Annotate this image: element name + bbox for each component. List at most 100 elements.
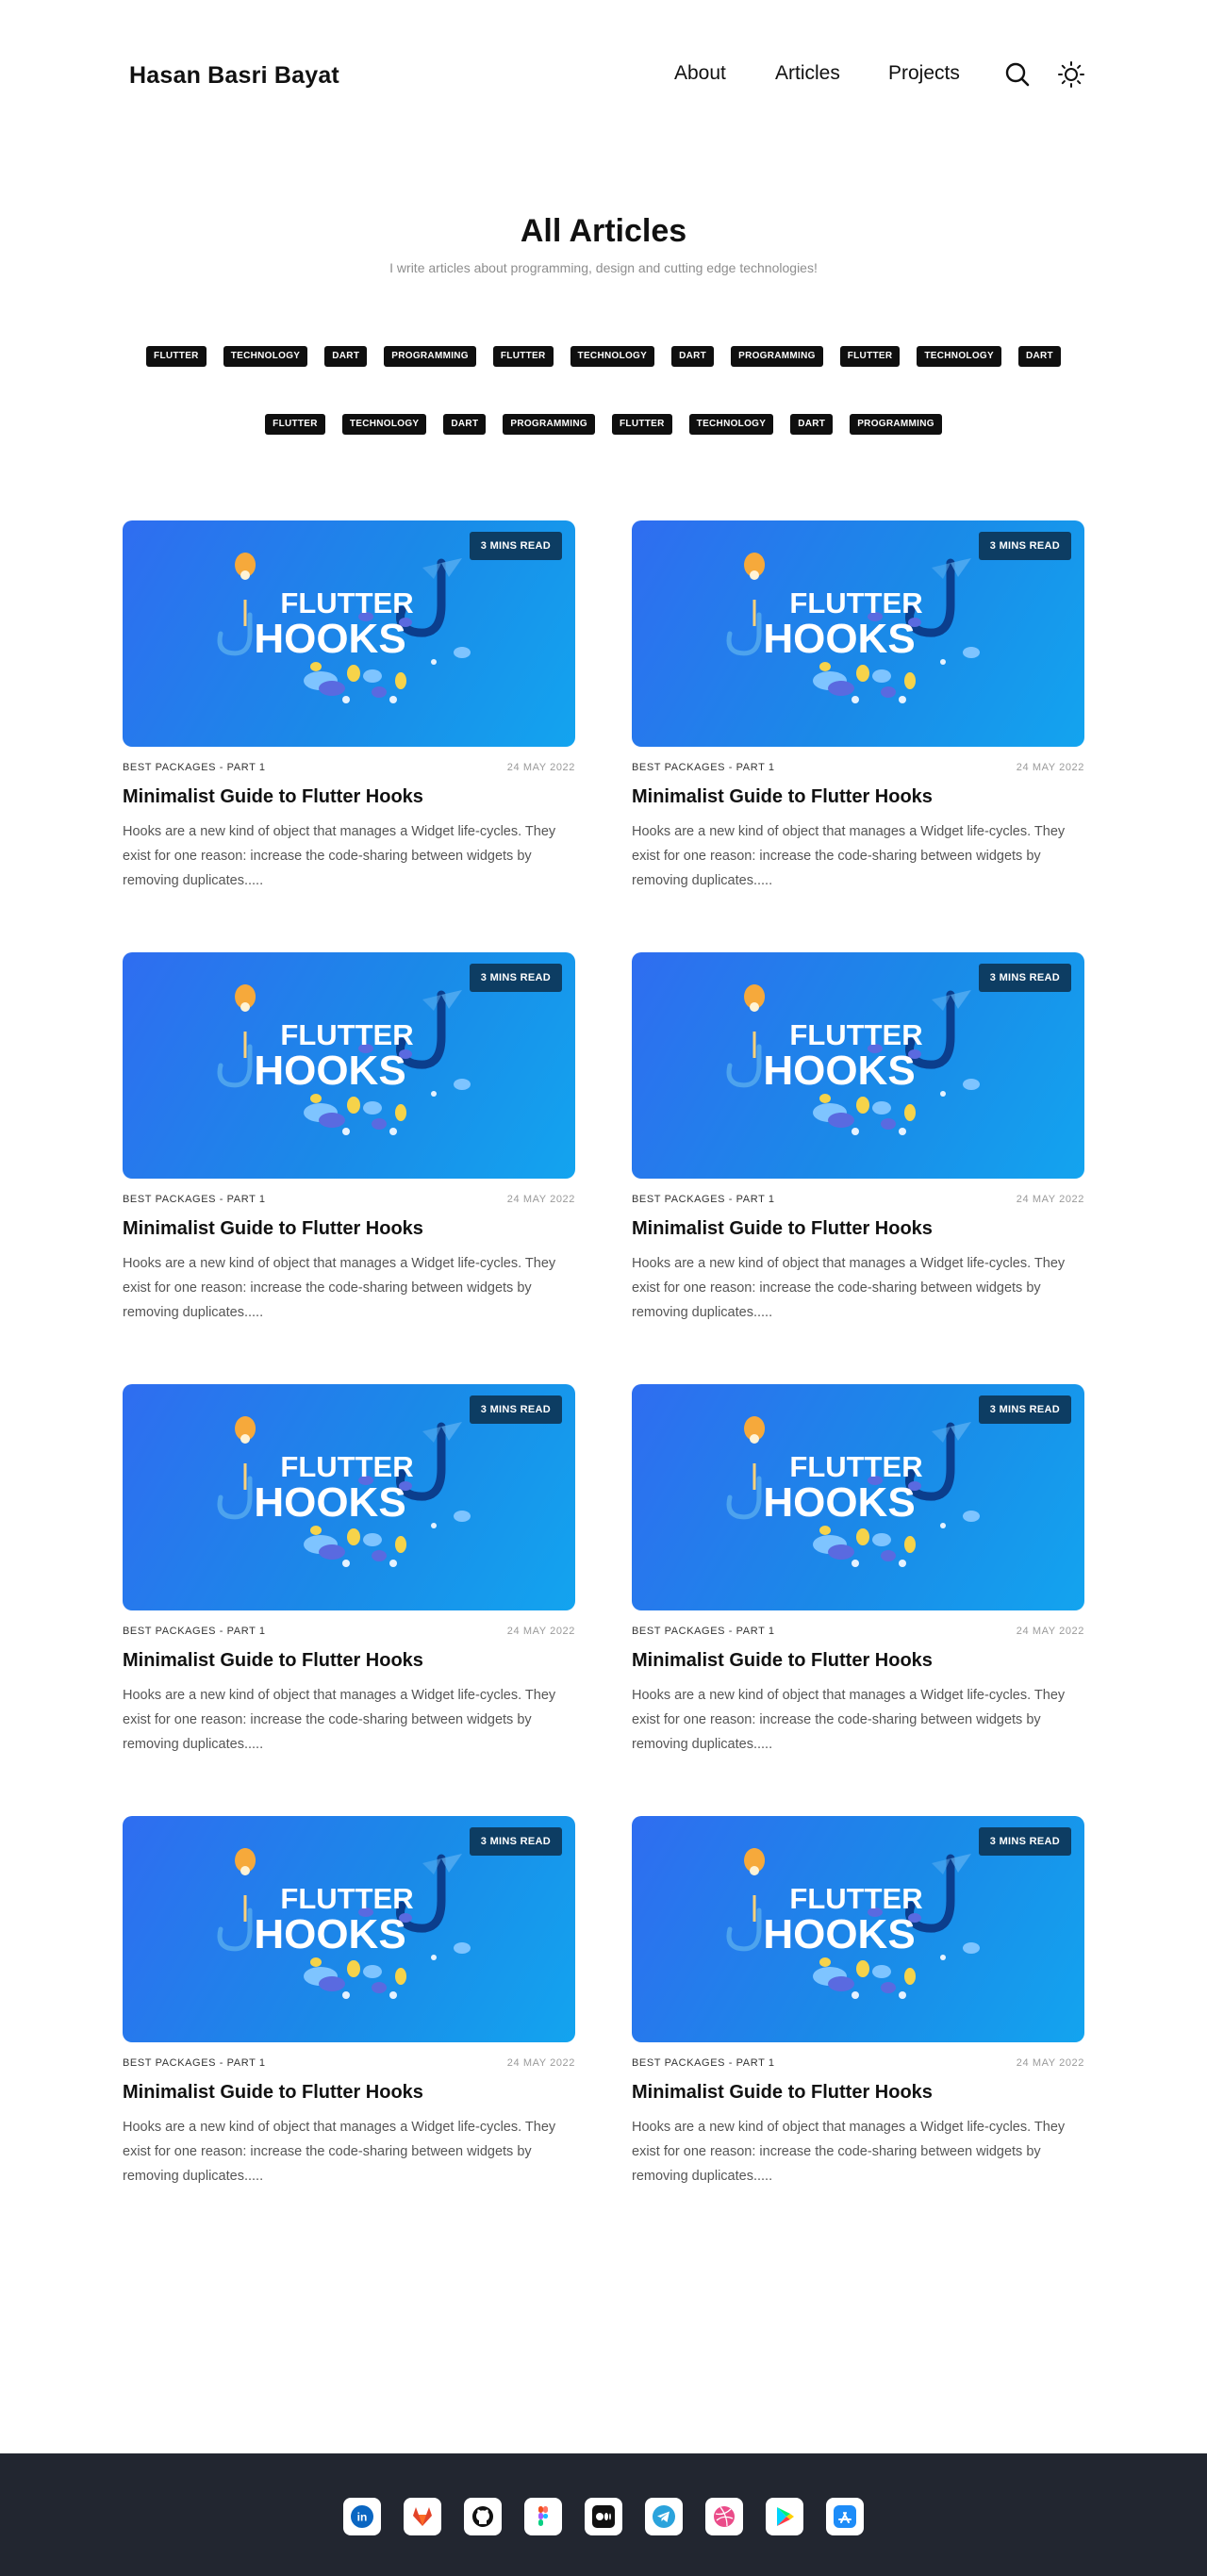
cover-title-flutter: FLUTTER [789, 586, 922, 619]
article-title[interactable]: Minimalist Guide to Flutter Hooks [632, 2082, 1084, 2104]
article-title[interactable]: Minimalist Guide to Flutter Hooks [123, 1218, 575, 1240]
tag-chip[interactable]: TECHNOLOGY [341, 414, 427, 435]
medium-icon [591, 2504, 616, 2529]
telegram-icon [652, 2504, 676, 2529]
tag-chip[interactable]: PROGRAMMING [503, 414, 595, 435]
article-date: 24 MAY 2022 [506, 1626, 575, 1637]
tag-chip[interactable]: DART [324, 346, 368, 367]
read-time-badge: 3 MINS READ [469, 1395, 562, 1424]
search-button[interactable] [1003, 60, 1032, 89]
read-time-badge: 3 MINS READ [469, 532, 562, 560]
article-title[interactable]: Minimalist Guide to Flutter Hooks [632, 786, 1084, 808]
cover-title-hooks: HOOKS [254, 1048, 405, 1094]
article-title[interactable]: Minimalist Guide to Flutter Hooks [123, 786, 575, 808]
figma-link[interactable] [524, 2498, 562, 2535]
dribbble-icon [712, 2504, 736, 2529]
tag-chip[interactable]: PROGRAMMING [850, 414, 942, 435]
cover-title-flutter: FLUTTER [789, 1450, 922, 1483]
article-title[interactable]: Minimalist Guide to Flutter Hooks [632, 1218, 1084, 1240]
read-time-badge: 3 MINS READ [978, 1395, 1071, 1424]
article-cover-image[interactable]: FLUTTER HOOKS 3 MINS READ [632, 520, 1084, 747]
article-series: BEST PACKAGES - PART 1 [123, 1194, 266, 1205]
sun-icon [1058, 61, 1084, 88]
tag-chip[interactable]: DART [1017, 346, 1061, 367]
page-title: All Articles [520, 213, 687, 249]
dribbble-link[interactable] [705, 2498, 743, 2535]
article-series: BEST PACKAGES - PART 1 [632, 1626, 775, 1637]
article-card[interactable]: FLUTTER HOOKS 3 MINS READ BEST PACKAGES … [632, 952, 1084, 1384]
article-card[interactable]: FLUTTER HOOKS 3 MINS READ BEST PACKAGES … [632, 1816, 1084, 2248]
site-header: Hasan Basri Bayat About Articles Project… [0, 0, 1207, 151]
cover-title-flutter: FLUTTER [280, 586, 413, 619]
linkedin-icon: in [350, 2504, 374, 2529]
article-excerpt: Hooks are a new kind of object that mana… [632, 824, 1066, 888]
article-card[interactable]: FLUTTER HOOKS 3 MINS READ BEST PACKAGES … [123, 952, 575, 1384]
article-title[interactable]: Minimalist Guide to Flutter Hooks [632, 1650, 1084, 1672]
app-store-icon [833, 2504, 857, 2529]
cover-title-hooks: HOOKS [763, 1479, 915, 1526]
article-meta: BEST PACKAGES - PART 1 24 MAY 2022 [632, 1626, 1084, 1637]
article-cover-image[interactable]: FLUTTER HOOKS 3 MINS READ [632, 1384, 1084, 1610]
cover-title-flutter: FLUTTER [280, 1882, 413, 1915]
site-brand[interactable]: Hasan Basri Bayat [129, 62, 339, 90]
nav-about-link[interactable]: About [674, 62, 726, 85]
tag-chip[interactable]: DART [443, 414, 487, 435]
article-series: BEST PACKAGES - PART 1 [123, 2057, 266, 2069]
article-cover-image[interactable]: FLUTTER HOOKS 3 MINS READ [123, 952, 575, 1179]
article-card[interactable]: FLUTTER HOOKS 3 MINS READ BEST PACKAGES … [123, 1816, 575, 2248]
tag-list: FLUTTER TECHNOLOGY DART PROGRAMMING FLUTTER T… [132, 346, 1075, 435]
page: Hasan Basri Bayat About Articles Project… [0, 0, 1207, 2576]
article-cover-image[interactable]: FLUTTER HOOKS 3 MINS READ [123, 1384, 575, 1610]
tag-chip[interactable]: FLUTTER [146, 346, 207, 367]
tag-chip[interactable]: FLUTTER [492, 346, 554, 367]
article-cover-image[interactable]: FLUTTER HOOKS 3 MINS READ [632, 1816, 1084, 2042]
read-time-badge: 3 MINS READ [978, 532, 1071, 560]
tag-chip[interactable]: PROGRAMMING [384, 346, 476, 367]
article-date: 24 MAY 2022 [506, 762, 575, 773]
tag-chip[interactable]: DART [790, 414, 834, 435]
app-store-link[interactable] [826, 2498, 864, 2535]
article-cover-image[interactable]: FLUTTER HOOKS 3 MINS READ [123, 1816, 575, 2042]
article-card[interactable]: FLUTTER HOOKS 3 MINS READ BEST PACKAGES … [123, 520, 575, 952]
medium-link[interactable] [585, 2498, 622, 2535]
article-excerpt: Hooks are a new kind of object that mana… [632, 2120, 1066, 2184]
tag-chip[interactable]: TECHNOLOGY [223, 346, 308, 367]
tag-chip[interactable]: TECHNOLOGY [917, 346, 1001, 367]
article-excerpt: Hooks are a new kind of object that mana… [123, 2120, 556, 2184]
figma-icon [531, 2504, 555, 2529]
tag-chip[interactable]: FLUTTER [612, 414, 672, 435]
article-title[interactable]: Minimalist Guide to Flutter Hooks [123, 1650, 575, 1672]
tag-chip[interactable]: TECHNOLOGY [570, 346, 655, 367]
google-play-link[interactable] [766, 2498, 803, 2535]
tag-chip[interactable]: TECHNOLOGY [688, 414, 774, 435]
nav-articles-link[interactable]: Articles [775, 62, 840, 85]
tag-chip[interactable]: FLUTTER [265, 414, 325, 435]
article-card[interactable]: FLUTTER HOOKS 3 MINS READ BEST PACKAGES … [632, 1384, 1084, 1816]
tag-chip[interactable]: PROGRAMMING [731, 346, 823, 367]
nav-projects-link[interactable]: Projects [888, 62, 960, 85]
article-date: 24 MAY 2022 [506, 2057, 575, 2069]
article-cover-image[interactable]: FLUTTER HOOKS 3 MINS READ [632, 952, 1084, 1179]
article-date: 24 MAY 2022 [1016, 1626, 1084, 1637]
linkedin-link[interactable]: in [343, 2498, 381, 2535]
svg-text:in: in [357, 2511, 368, 2524]
article-card[interactable]: FLUTTER HOOKS 3 MINS READ BEST PACKAGES … [123, 1384, 575, 1816]
article-meta: BEST PACKAGES - PART 1 24 MAY 2022 [123, 1626, 575, 1637]
github-link[interactable] [464, 2498, 502, 2535]
article-card[interactable]: FLUTTER HOOKS 3 MINS READ BEST PACKAGES … [632, 520, 1084, 952]
article-meta: BEST PACKAGES - PART 1 24 MAY 2022 [632, 1194, 1084, 1205]
cover-title-flutter: FLUTTER [789, 1018, 922, 1051]
article-title[interactable]: Minimalist Guide to Flutter Hooks [123, 2082, 575, 2104]
article-series: BEST PACKAGES - PART 1 [632, 1194, 775, 1205]
article-excerpt: Hooks are a new kind of object that mana… [632, 1256, 1066, 1320]
article-cover-image[interactable]: FLUTTER HOOKS 3 MINS READ [123, 520, 575, 747]
gitlab-link[interactable] [404, 2498, 441, 2535]
github-icon [471, 2504, 495, 2529]
telegram-link[interactable] [645, 2498, 683, 2535]
article-excerpt: Hooks are a new kind of object that mana… [632, 1688, 1066, 1752]
tag-chip[interactable]: FLUTTER [839, 346, 901, 367]
theme-toggle-button[interactable] [1057, 60, 1085, 89]
article-series: BEST PACKAGES - PART 1 [632, 2057, 775, 2069]
tag-chip[interactable]: DART [671, 346, 715, 367]
article-date: 24 MAY 2022 [506, 1194, 575, 1205]
